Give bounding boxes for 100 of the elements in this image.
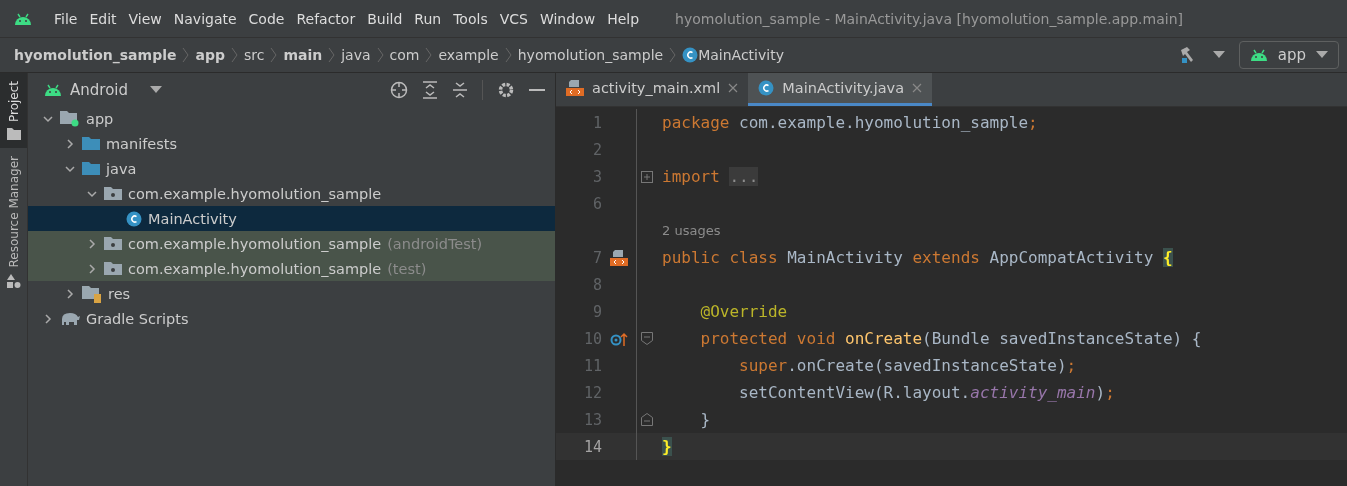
breadcrumb-separator-icon: [182, 47, 190, 63]
fold-start-icon[interactable]: [641, 332, 653, 345]
line-number: 14: [582, 437, 602, 456]
tool-window-tab[interactable]: Resource Manager: [0, 148, 27, 296]
menu-item[interactable]: File: [48, 10, 84, 27]
expand-all-icon[interactable]: [422, 80, 438, 99]
tree-row[interactable]: res: [28, 281, 555, 306]
settings-icon[interactable]: [497, 80, 515, 99]
close-icon[interactable]: [728, 83, 739, 93]
menu-item[interactable]: Window: [533, 10, 602, 27]
line-number: 13: [582, 410, 602, 429]
package-folder-icon: [104, 236, 122, 251]
android-icon: [44, 83, 62, 96]
breadcrumb-item[interactable]: java: [341, 47, 371, 63]
chevron-right-icon[interactable]: [86, 262, 98, 275]
editor-tab[interactable]: activity_main.xml: [556, 73, 749, 106]
code-line: super.onCreate(savedInstanceState);: [738, 356, 1077, 375]
package-folder-icon: [104, 186, 122, 201]
package-folder-icon: [104, 261, 122, 276]
tree-row[interactable]: com.example.hyomolution_sample: [28, 181, 555, 206]
class-icon: [126, 210, 142, 227]
folder-icon: [82, 136, 100, 151]
window-title: hyomolution_sample - MainActivity.java [hyomolution_sample.app.main]: [675, 10, 1183, 27]
chevron-right-icon[interactable]: [42, 312, 54, 325]
menu-item[interactable]: Refactor: [290, 10, 362, 27]
line-number: 11: [582, 356, 602, 375]
code-line: public class MainActivity extends AppCompatActivity {: [661, 248, 1173, 267]
code-line: setContentView(R.layout.activity_main);: [738, 383, 1115, 402]
layout-file-icon: [610, 249, 628, 266]
breadcrumb-item[interactable]: app: [195, 47, 225, 63]
project-view-selector[interactable]: Android: [70, 80, 128, 99]
layout-file-icon: [566, 80, 584, 96]
breadcrumb-item[interactable]: hyomolution_sample: [14, 47, 177, 63]
folder-icon: [6, 128, 21, 141]
breadcrumb-item[interactable]: MainActivity: [698, 47, 784, 63]
override-icon[interactable]: [610, 330, 628, 347]
menu-item[interactable]: Navigate: [167, 10, 243, 27]
line-number: 10: [582, 329, 602, 348]
menu-item[interactable]: View: [122, 10, 168, 27]
breadcrumb-item[interactable]: hyomolution_sample: [517, 47, 664, 63]
tree-item-label: com.example.hyomolution_sample: [128, 235, 382, 252]
code-line: package com.example.hyomolution_sample;: [661, 113, 1038, 132]
module-folder-icon: [60, 110, 80, 127]
breadcrumb-separator-icon: [669, 47, 677, 63]
tree-item-label: res: [108, 285, 131, 302]
line-number: 9: [591, 302, 602, 321]
chevron-right-icon[interactable]: [64, 287, 76, 300]
editor-tab[interactable]: MainActivity.java: [748, 73, 933, 106]
dropdown-caret-icon[interactable]: [1212, 51, 1225, 59]
tree-item-label: com.example.hyomolution_sample: [128, 185, 382, 202]
resource-folder-icon: [82, 284, 102, 303]
tree-row[interactable]: java: [28, 156, 555, 181]
class-icon: [758, 80, 775, 96]
breadcrumb-item[interactable]: src: [243, 47, 265, 63]
android-icon: [14, 12, 32, 25]
chevron-right-icon[interactable]: [86, 237, 98, 250]
usages-hint[interactable]: 2 usages: [657, 223, 721, 238]
breadcrumb-item[interactable]: example: [438, 47, 499, 63]
tool-window-tab[interactable]: Project: [0, 73, 27, 149]
code-line: protected void onCreate(Bundle savedInstanceState) {: [699, 329, 1202, 348]
run-configuration-dropdown[interactable]: app: [1238, 41, 1339, 69]
breadcrumb-separator-icon: [425, 47, 433, 63]
line-number: 1: [591, 113, 602, 132]
tree-item-label: MainActivity: [148, 210, 237, 227]
line-number: 6: [591, 194, 602, 213]
chevron-right-icon[interactable]: [64, 137, 76, 150]
tree-row[interactable]: Gradle Scripts: [28, 306, 555, 331]
source-set-label: (test): [387, 260, 427, 277]
line-number: 8: [591, 275, 602, 294]
android-icon: [1249, 49, 1268, 61]
menu-item[interactable]: VCS: [493, 10, 534, 27]
tree-row[interactable]: MainActivity: [28, 206, 555, 231]
line-number: 12: [582, 383, 602, 402]
tree-row[interactable]: com.example.hyomolution_sample (androidTest): [28, 231, 555, 256]
menu-item[interactable]: Help: [601, 10, 646, 27]
menu-item[interactable]: Build: [361, 10, 409, 27]
elephant-icon: [60, 311, 80, 326]
menu-item[interactable]: Code: [242, 10, 291, 27]
dropdown-caret-icon[interactable]: [1316, 51, 1328, 59]
menu-item[interactable]: Run: [408, 10, 448, 27]
crosshair-icon[interactable]: [390, 80, 408, 99]
fold-end-icon[interactable]: [641, 413, 653, 426]
breadcrumb-item[interactable]: com: [389, 47, 420, 63]
breadcrumb-separator-icon: [328, 47, 336, 63]
tree-item-label: java: [106, 160, 137, 177]
tree-item-label: Gradle Scripts: [86, 310, 189, 327]
collapse-all-icon[interactable]: [452, 80, 468, 99]
menu-item[interactable]: Tools: [447, 10, 494, 27]
tree-row[interactable]: app: [28, 106, 555, 131]
dropdown-caret-icon[interactable]: [150, 85, 162, 94]
tree-row[interactable]: com.example.hyomolution_sample (test): [28, 256, 555, 281]
breadcrumb-separator-icon: [230, 47, 238, 63]
tree-item-label: app: [86, 110, 114, 127]
breadcrumb-separator-icon: [504, 47, 512, 63]
breadcrumb-item[interactable]: main: [283, 47, 323, 63]
fold-expand-icon[interactable]: [641, 170, 653, 183]
menu-item[interactable]: Edit: [83, 10, 123, 27]
shapes-icon: [6, 273, 21, 288]
code-line: import ...: [661, 167, 759, 186]
tree-row[interactable]: manifests: [28, 131, 555, 156]
